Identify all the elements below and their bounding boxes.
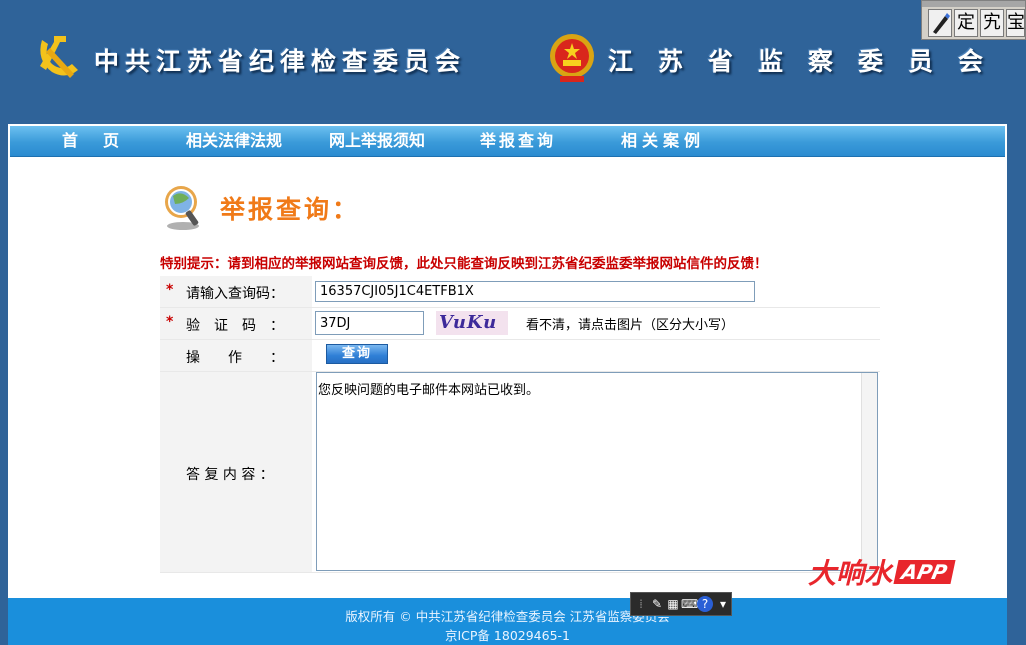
reply-row: 答 复 内 容 ： 您反映问题的电子邮件本网站已收到。: [160, 372, 880, 573]
drag-handle-icon[interactable]: ⁞: [633, 596, 649, 612]
verify-code-label: 验 证 码 ：: [186, 318, 284, 334]
pen-icon[interactable]: [928, 9, 952, 37]
reply-text: 您反映问题的电子邮件本网站已收到。: [318, 383, 540, 398]
main-panel: 首页 相关法律法规 网上举报须知 举报查询 相关案例 举报查询： 特别提示：请到…: [8, 124, 1007, 598]
operation-label: 操 作 ：: [186, 350, 284, 366]
captcha-hint: 看不清，请点击图片（区分大小写）: [526, 318, 735, 333]
ime-shape-button[interactable]: 宄: [980, 9, 1004, 37]
query-button[interactable]: 查询: [326, 344, 388, 364]
label-cell: * 验 证 码 ：: [160, 308, 312, 339]
globe-search-icon: [165, 186, 199, 230]
help-icon[interactable]: ?: [697, 596, 713, 612]
label-cell: 答 复 内 容 ：: [160, 372, 312, 572]
pen-icon[interactable]: ✎: [649, 596, 665, 612]
reply-textarea[interactable]: 您反映问题的电子邮件本网站已收到。: [316, 372, 878, 571]
reply-label: 答 复 内 容 ：: [186, 467, 274, 483]
ime-caption-bar[interactable]: [922, 1, 1025, 7]
footer-icp: 京ICP备 18029465-1: [444, 628, 570, 643]
query-code-input[interactable]: [315, 281, 755, 302]
verify-code-input[interactable]: [315, 311, 424, 335]
label-cell: 操 作 ：: [160, 340, 312, 371]
nav-item-laws[interactable]: 相关法律法规: [186, 126, 282, 156]
captcha-text: VuKu: [439, 312, 498, 333]
verify-code-row: * 验 证 码 ： VuKu 看不清，请点击图片（区分大小写）: [160, 308, 880, 340]
required-mark: *: [166, 314, 174, 330]
label-cell: * 请输入查询码：: [160, 276, 312, 307]
nav-item-home[interactable]: 首页: [62, 126, 144, 156]
header-title-right: 江苏省监察委员会: [608, 47, 1009, 76]
settings-icon[interactable]: ▦: [665, 596, 681, 612]
ime-toolbar[interactable]: 定 宄 宝: [921, 0, 1026, 40]
query-code-row: * 请输入查询码：: [160, 276, 880, 308]
ime-mode-button[interactable]: 定: [954, 9, 978, 37]
required-mark: *: [166, 282, 174, 298]
national-emblem-icon: [550, 34, 594, 82]
special-notice: 特别提示：请到相应的举报网站查询反馈，此处只能查询反映到江苏省纪委监委举报网站信…: [160, 256, 768, 272]
watermark-app-badge: APP: [893, 560, 956, 584]
page-title: 举报查询：: [220, 195, 361, 224]
ime-punct-button[interactable]: 宝: [1006, 9, 1025, 37]
site-footer: 版权所有 © 中共江苏省纪律检查委员会 江苏省监察委员会 京ICP备 18029…: [8, 598, 1007, 645]
query-code-label: 请输入查询码：: [186, 286, 284, 302]
menu-arrow-icon[interactable]: ▾: [715, 596, 731, 612]
reply-scrollbar[interactable]: [861, 373, 877, 570]
nav-item-query[interactable]: 举报查询: [480, 126, 556, 156]
floating-input-toolbar[interactable]: ⁞ ✎ ▦ ⌨ ? ▾: [630, 592, 732, 616]
party-emblem-icon: [40, 36, 78, 78]
keyboard-icon[interactable]: ⌨: [681, 596, 698, 612]
captcha-image[interactable]: VuKu: [436, 311, 508, 335]
header-title-left: 中共江苏省纪律检查委员会: [94, 47, 467, 76]
nav-bar: 首页 相关法律法规 网上举报须知 举报查询 相关案例: [10, 126, 1005, 157]
footer-copyright: 版权所有 © 中共江苏省纪律检查委员会 江苏省监察委员会: [345, 609, 670, 624]
site-header: 中共江苏省纪律检查委员会 江苏省监察委员会: [0, 0, 1026, 122]
operation-row: 操 作 ： 查询: [160, 340, 880, 372]
nav-item-cases[interactable]: 相关案例: [621, 126, 705, 156]
nav-item-notice[interactable]: 网上举报须知: [329, 126, 425, 156]
watermark: 大响水 APP: [808, 552, 956, 592]
watermark-text: 大响水: [808, 557, 893, 590]
